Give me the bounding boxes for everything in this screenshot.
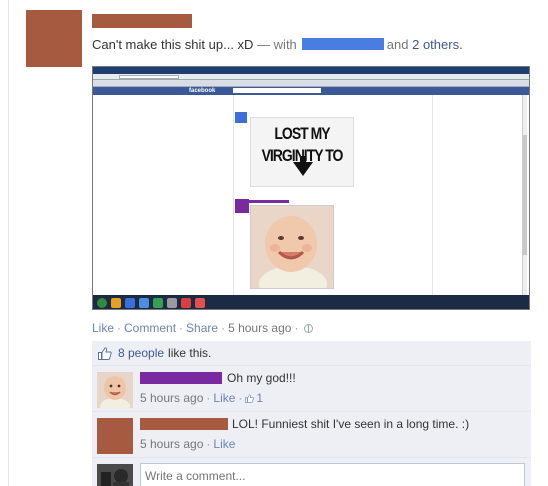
browser-icon xyxy=(125,298,135,308)
start-icon xyxy=(97,298,107,308)
comment-timestamp[interactable]: 5 hours ago xyxy=(140,437,203,451)
commenter-avatar-redacted[interactable] xyxy=(97,418,133,454)
likes-summary: 8 people like this. xyxy=(92,341,531,366)
url-field xyxy=(119,75,179,79)
comment-link[interactable]: Comment xyxy=(124,321,176,335)
comment-item: Oh my god!!! 5 hours ago · Like · 1 xyxy=(92,366,531,414)
attached-screenshot[interactable]: facebook LOST MY VIRGINITY TO xyxy=(92,66,530,310)
baby-photo xyxy=(250,205,334,289)
globe-icon[interactable] xyxy=(304,324,314,333)
down-arrow-icon xyxy=(293,162,313,176)
comment-like-link[interactable]: Like xyxy=(213,437,235,451)
comment-meta: 5 hours ago · Like xyxy=(140,437,236,451)
with-separator: — with xyxy=(253,37,297,52)
commenter-name-redacted[interactable] xyxy=(140,418,228,430)
comment-input[interactable] xyxy=(140,463,525,486)
app-icon xyxy=(139,298,149,308)
meme-line-1: LOST MY xyxy=(274,123,330,143)
screenshot-page: LOST MY VIRGINITY TO xyxy=(93,95,529,295)
likers-link[interactable]: 8 people xyxy=(118,346,164,360)
comment-text: LOL! Funniest shit I've seen in a long t… xyxy=(232,417,470,431)
meme-image: LOST MY VIRGINITY TO xyxy=(250,117,354,187)
thumbs-up-icon xyxy=(245,394,255,403)
author-avatar-redacted[interactable] xyxy=(26,10,82,67)
screenshot-commenter-avatar-redacted xyxy=(235,199,249,213)
browser-titlebar xyxy=(93,67,529,74)
game-icon xyxy=(195,298,205,308)
like-link[interactable]: Like xyxy=(92,321,114,335)
comment-timestamp[interactable]: 5 hours ago xyxy=(140,391,203,405)
commenter-avatar[interactable] xyxy=(97,372,133,414)
screenshot-scrollbar xyxy=(522,95,527,295)
and-text: and xyxy=(386,37,409,52)
comment-text: Oh my god!!! xyxy=(227,371,296,385)
comment-like-count[interactable]: 1 xyxy=(256,391,263,405)
feed-divider xyxy=(8,0,9,486)
tool-icon xyxy=(167,298,177,308)
commenter-name-redacted[interactable] xyxy=(140,372,222,384)
comment-meta: 5 hours ago · Like · 1 xyxy=(140,391,264,405)
media-icon xyxy=(181,298,191,308)
thumbs-up-icon xyxy=(98,346,112,360)
tagged-friend-redacted[interactable] xyxy=(301,38,384,50)
screenshot-commenter-name-redacted xyxy=(249,200,289,203)
comment-like-link[interactable]: Like xyxy=(213,391,235,405)
chat-icon xyxy=(153,298,163,308)
windows-taskbar xyxy=(93,295,529,309)
comment-item: LOL! Funniest shit I've seen in a long t… xyxy=(92,412,531,458)
current-user-avatar xyxy=(97,464,133,486)
write-comment-row xyxy=(92,458,531,486)
browser-bookmarks-bar xyxy=(93,80,529,87)
others-link[interactable]: 2 others. xyxy=(412,37,463,52)
facebook-header: facebook xyxy=(93,87,529,95)
status-message: Can't make this shit up... xD — with and … xyxy=(92,37,463,52)
status-text: Can't make this shit up... xD xyxy=(92,37,254,52)
facebook-logo: facebook xyxy=(189,88,216,94)
feedback-box: 8 people like this. Oh my god!!! 5 hours… xyxy=(92,341,531,486)
folder-icon xyxy=(111,298,121,308)
post-actions: Like · Comment · Share · 5 hours ago · xyxy=(92,321,314,335)
author-name-redacted[interactable] xyxy=(92,14,192,28)
facebook-search-box xyxy=(233,88,321,93)
likes-suffix: like this. xyxy=(168,346,212,360)
post-timestamp[interactable]: 5 hours ago xyxy=(228,321,291,335)
share-link[interactable]: Share xyxy=(186,321,218,335)
screenshot-poster-avatar-redacted xyxy=(235,112,247,123)
